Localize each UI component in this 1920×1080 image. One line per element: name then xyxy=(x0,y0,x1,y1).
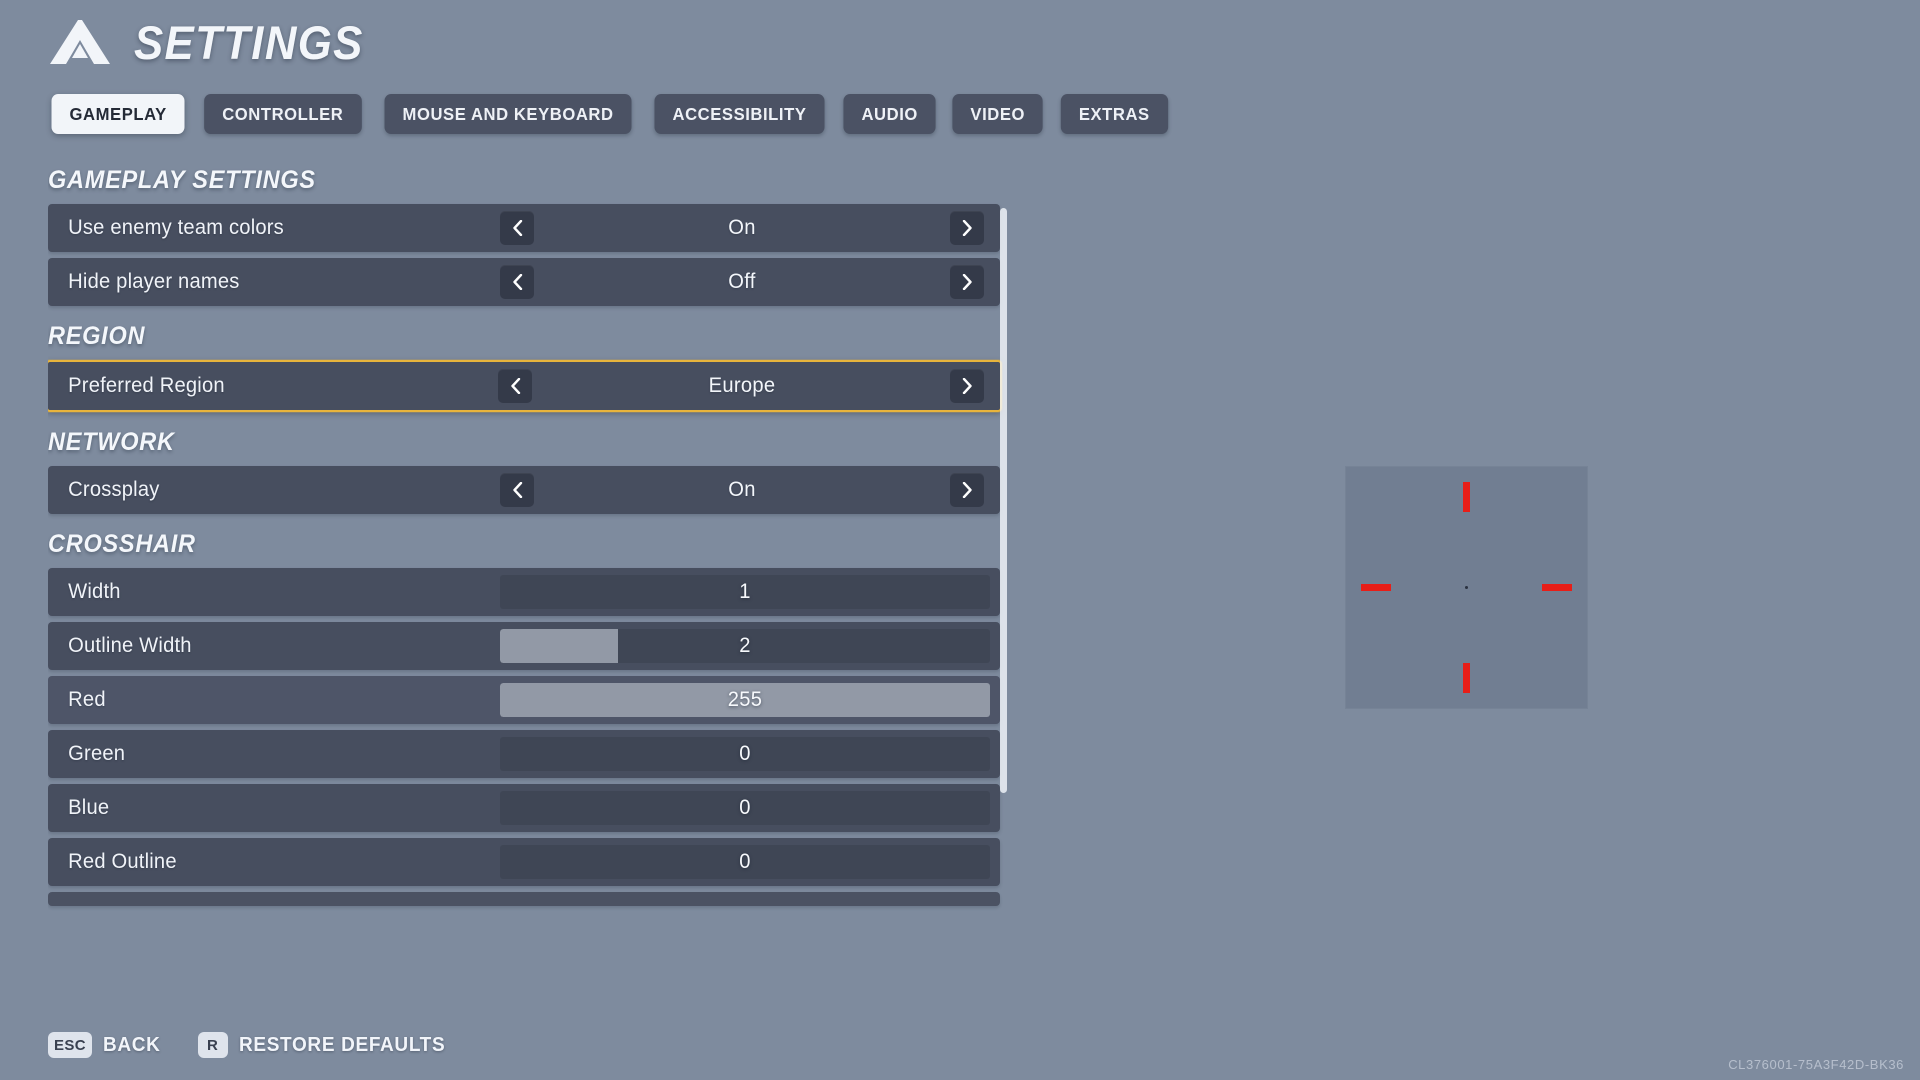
footer-action-label: RESTORE DEFAULTS xyxy=(238,1033,445,1056)
chevron-left-icon[interactable] xyxy=(498,369,532,403)
page-header: SETTINGS xyxy=(48,18,381,66)
tab-controller[interactable]: CONTROLLER xyxy=(204,94,362,134)
setting-value: Off xyxy=(728,270,756,293)
slider-value: 2 xyxy=(739,634,751,657)
footer-action-bar: ESC BACK R RESTORE DEFAULTS xyxy=(48,1032,456,1058)
setting-row-crossplay[interactable]: Crossplay On xyxy=(48,466,1000,514)
section-title-gameplay-settings: GAMEPLAY SETTINGS xyxy=(48,166,316,194)
slider-value: 0 xyxy=(739,850,751,873)
settings-panel: GAMEPLAY SETTINGS Use enemy team colors On… xyxy=(48,160,1010,985)
setting-label: Width xyxy=(68,580,121,603)
crosshair-mark-right xyxy=(1542,584,1572,591)
setting-row-blue[interactable]: Blue 0 xyxy=(48,784,1000,832)
setting-label: Use enemy team colors xyxy=(68,216,284,239)
tab-gameplay[interactable]: GAMEPLAY xyxy=(51,94,185,134)
setting-label: Blue xyxy=(68,796,110,819)
setting-row-red[interactable]: Red 255 xyxy=(48,676,1000,724)
setting-value: On xyxy=(728,216,756,239)
tab-audio[interactable]: AUDIO xyxy=(843,94,936,134)
section-title-network: NETWORK xyxy=(48,428,175,456)
setting-label: Red xyxy=(68,688,106,711)
setting-label: Outline Width xyxy=(68,634,192,657)
slider-value: 1 xyxy=(739,580,751,603)
chevron-left-icon[interactable] xyxy=(500,473,534,507)
setting-row-partial[interactable] xyxy=(48,892,1000,906)
chevron-right-icon[interactable] xyxy=(950,473,984,507)
setting-row-hide-player-names[interactable]: Hide player names Off xyxy=(48,258,1000,306)
key-badge: R xyxy=(197,1032,228,1058)
page-title: SETTINGS xyxy=(134,15,364,69)
footer-action-restore-defaults[interactable]: R RESTORE DEFAULTS xyxy=(197,1032,456,1058)
crosshair-mark-top xyxy=(1463,482,1470,512)
tab-extras[interactable]: EXTRAS xyxy=(1060,94,1168,134)
setting-label: Hide player names xyxy=(68,270,240,293)
crosshair-mark-left xyxy=(1361,584,1391,591)
setting-row-use-enemy-team-colors[interactable]: Use enemy team colors On xyxy=(48,204,1000,252)
setting-label: Preferred Region xyxy=(68,374,225,397)
settings-screen: SETTINGS GAMEPLAY CONTROLLER MOUSE AND KEY… xyxy=(0,0,1920,1080)
key-badge: ESC xyxy=(48,1032,93,1058)
settings-tab-bar: GAMEPLAY CONTROLLER MOUSE AND KEYBOARD ACCE… xyxy=(48,94,1170,134)
setting-row-width[interactable]: Width 1 xyxy=(48,568,1000,616)
setting-value: On xyxy=(728,478,756,501)
setting-row-preferred-region[interactable]: Preferred Region Europe xyxy=(48,360,1002,412)
tab-accessibility[interactable]: ACCESSIBILITY xyxy=(654,94,825,134)
crosshair-preview xyxy=(1345,466,1588,709)
chevron-right-icon[interactable] xyxy=(950,265,984,299)
mountain-logo-icon xyxy=(50,20,110,64)
chevron-left-icon[interactable] xyxy=(500,211,534,245)
crosshair-center-dot xyxy=(1465,586,1468,589)
setting-label: Red Outline xyxy=(68,850,177,873)
chevron-right-icon[interactable] xyxy=(950,369,984,403)
slider-value: 255 xyxy=(727,688,763,711)
slider-value: 0 xyxy=(739,742,751,765)
section-title-region: REGION xyxy=(48,322,146,350)
slider-value: 0 xyxy=(739,796,751,819)
chevron-right-icon[interactable] xyxy=(950,211,984,245)
tab-mouse-and-keyboard[interactable]: MOUSE AND KEYBOARD xyxy=(384,94,632,134)
setting-label: Crossplay xyxy=(68,478,160,501)
settings-scrollbar-thumb[interactable] xyxy=(1000,208,1007,793)
tab-video[interactable]: VIDEO xyxy=(952,94,1044,134)
setting-label: Green xyxy=(68,742,126,765)
setting-row-green[interactable]: Green 0 xyxy=(48,730,1000,778)
section-title-crosshair: CROSSHAIR xyxy=(48,530,196,558)
setting-row-outline-width[interactable]: Outline Width 2 xyxy=(48,622,1000,670)
crosshair-mark-bottom xyxy=(1463,663,1470,693)
build-id-label: CL376001-75A3F42D-BK36 xyxy=(1728,1057,1904,1072)
footer-action-label: BACK xyxy=(103,1033,161,1056)
chevron-left-icon[interactable] xyxy=(500,265,534,299)
setting-value: Europe xyxy=(708,374,776,397)
setting-row-red-outline[interactable]: Red Outline 0 xyxy=(48,838,1000,886)
footer-action-back[interactable]: ESC BACK xyxy=(48,1032,164,1058)
